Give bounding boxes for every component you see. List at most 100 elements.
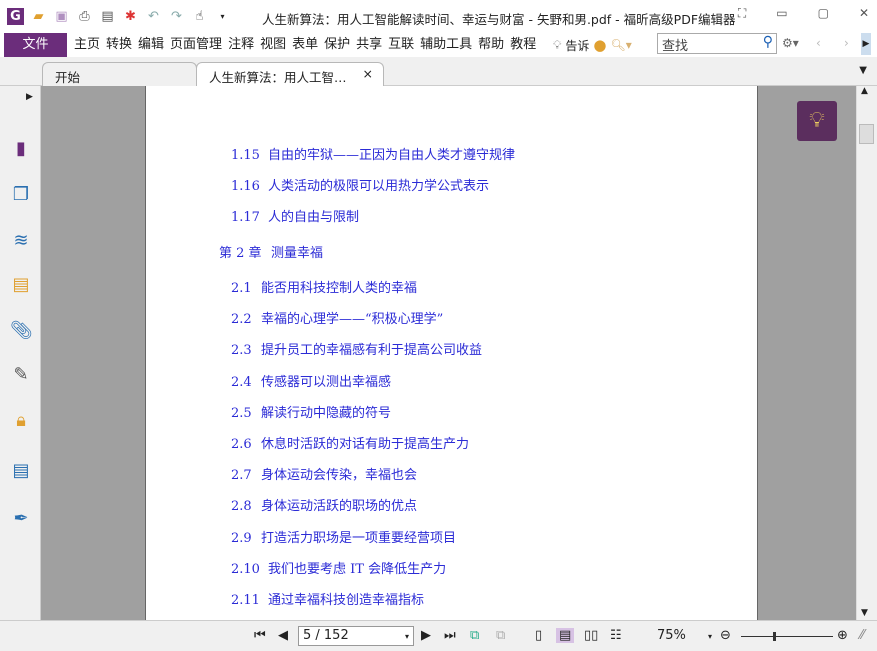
toc-title: 能否用科技控制人类的幸福 [261,281,418,296]
page-number-text: 5 / 152 [303,628,349,643]
document-viewer[interactable]: 1.15 自由的牢狱——正因为自由人类才遵守规律 1.16 人类活动的极限可以用热力学… [41,86,856,620]
menu-view[interactable]: 视图 [257,32,289,57]
toc-entry[interactable]: 2.4 传感器可以测出幸福感 [231,371,391,390]
toc-entry[interactable]: 第 2 章测量幸福 [219,242,323,261]
close-button[interactable]: ✕ [859,6,869,21]
new-file-icon[interactable]: ✱ [122,8,139,25]
menu-protect[interactable]: 保护 [321,32,353,57]
toc-entry[interactable]: 1.15 自由的牢狱——正因为自由人类才遵守规律 [231,144,515,163]
scan-icon[interactable]: ▤ [99,8,116,25]
vertical-scrollbar[interactable]: ▲ ▼ [856,86,877,620]
page-number-input[interactable]: 5 / 152 ▾ [298,626,414,646]
search-placeholder: 查找 [662,39,689,54]
zoom-in-icon[interactable]: ⊕ [837,628,848,643]
toc-entry[interactable]: 2.1 能否用科技控制人类的幸福 [231,277,417,296]
hand-tool-icon[interactable]: ☝ [191,8,208,25]
scroll-up-icon[interactable]: ▲ [861,86,868,96]
zoom-slider[interactable] [741,632,833,641]
security-lock-icon[interactable]: 🔒︎ [10,410,32,432]
toc-entry[interactable]: 2.7 身体运动会传染，幸福也会 [231,464,417,483]
minimize-button[interactable]: ▭ [776,6,787,21]
search-input[interactable]: 查找 ⚲ [657,33,777,54]
back-icon[interactable]: ‹ [816,36,821,50]
menu-share[interactable]: 共享 [353,32,385,57]
scroll-down-icon[interactable]: ▼ [861,608,868,618]
continuous-facing-icon[interactable]: ☷ [610,628,622,643]
print-icon[interactable]: ⎙ [76,8,93,25]
menu-form[interactable]: 表单 [289,32,321,57]
toc-entry[interactable]: 2.2 幸福的心理学——“积极心理学” [231,308,443,327]
menu-comment[interactable]: 注释 [225,32,257,57]
menu-accessibility[interactable]: 辅助工具 [417,32,475,57]
scrollbar-thumb[interactable] [859,124,874,144]
title-bar: G ▰ ▣ ⎙ ▤ ✱ ↶ ↷ ☝ ▾ 人生新算法：用人工智能解读时间、幸运与财… [0,0,877,32]
expand-panel-icon[interactable]: ▶ [26,92,33,102]
tab-close-icon[interactable]: × [363,66,373,81]
toc-entry[interactable]: 2.9 打造活力职场是一项重要经营项目 [231,527,456,546]
undo-icon[interactable]: ↶ [145,8,162,25]
toc-number: 2.8 [231,499,252,514]
menu-connect[interactable]: 互联 [385,32,417,57]
single-page-icon[interactable]: ▯ [535,628,542,643]
tip-lightbulb-button[interactable]: 💡︎ [797,101,837,141]
toc-entry[interactable]: 2.5 解读行动中隐藏的符号 [231,402,391,421]
tab-start[interactable]: 开始 [42,62,197,86]
signature-icon[interactable]: ✎ [10,364,32,386]
previous-page-icon[interactable]: ◀ [278,628,288,643]
toc-entry[interactable]: 2.10 我们也要考虑 IT 会降低生产力 [231,558,446,577]
toc-number: 2.9 [231,531,252,546]
redo-icon[interactable]: ↷ [168,8,185,25]
menu-convert[interactable]: 转换 [103,32,135,57]
toc-entry[interactable]: 2.6 休息时活跃的对话有助于提高生产力 [231,433,469,452]
toc-entry[interactable]: 1.17 人的自由与限制 [231,206,359,225]
menu-page-management[interactable]: 页面管理 [167,32,225,57]
resize-grip-icon[interactable]: ⁄⁄ [860,628,864,643]
maximize-button[interactable]: ▢ [818,6,829,21]
toc-entry[interactable]: 2.8 身体运动活跃的职场的优点 [231,495,417,514]
certificate-icon[interactable]: ✒ [10,508,32,530]
layers-icon[interactable]: ≋ [10,230,32,252]
open-folder-icon[interactable]: ▰ [30,8,47,25]
menu-tutorial[interactable]: 教程 [507,32,539,57]
facing-pages-icon[interactable]: ▯▯ [584,628,598,643]
tab-label: 开始 [55,70,81,85]
form-fields-icon[interactable]: ▤ [10,460,32,482]
toc-entry[interactable]: 1.16 人类活动的极限可以用热力学公式表示 [231,175,489,194]
toc-entry[interactable]: 2.3 提升员工的幸福感有利于提高公司收益 [231,339,482,358]
last-page-icon[interactable]: ⏭ [444,628,456,643]
first-page-icon[interactable]: ⏮ [254,628,266,643]
zoom-dropdown-icon[interactable]: ▾ [708,632,712,641]
forward-icon[interactable]: › [844,36,849,50]
toc-number: 2.4 [231,375,252,390]
menu-help[interactable]: 帮助 [475,32,507,57]
attachments-icon[interactable]: 📎︎ [10,320,33,342]
search-icon[interactable]: ⚲ [763,34,773,50]
comments-icon[interactable]: ▤ [10,274,32,296]
ribbon-expand-icon[interactable]: ▶ [861,33,871,55]
menu-edit[interactable]: 编辑 [135,32,167,57]
find-folder-icon[interactable]: 🔍︎▾ [611,38,632,52]
toc-number: 2.11 [231,593,260,608]
toc-title: 通过幸福科技创造幸福指标 [268,593,425,608]
fullscreen-icon[interactable]: ⛶ [738,6,746,21]
tab-list-dropdown-icon[interactable]: ▼ [859,65,867,76]
feedback-heart-icon[interactable]: ● [593,36,606,54]
zoom-level[interactable]: 75% [657,628,686,643]
toc-number: 1.16 [231,179,260,194]
settings-gear-icon[interactable]: ⚙▾ [782,36,799,50]
menu-home[interactable]: 主页 [71,32,103,57]
previous-view-icon[interactable]: ⧉ [470,628,479,643]
next-page-icon[interactable]: ▶ [421,628,431,643]
next-view-icon[interactable]: ⧉ [496,628,505,643]
file-menu-button[interactable]: 文件 [4,32,67,57]
zoom-out-icon[interactable]: ⊖ [720,628,731,643]
save-icon[interactable]: ▣ [53,8,70,25]
customize-dropdown-icon[interactable]: ▾ [214,8,231,25]
bookmark-icon[interactable]: ▮ [10,138,32,160]
page-thumbnails-icon[interactable]: ❐ [10,184,32,206]
zoom-slider-handle[interactable] [773,632,776,641]
tell-me-button[interactable]: 告诉 [565,37,589,54]
tab-document[interactable]: 人生新算法：用人工智… × [196,62,384,86]
continuous-page-icon[interactable]: ▤ [556,628,575,643]
toc-entry[interactable]: 2.11 通过幸福科技创造幸福指标 [231,589,424,608]
